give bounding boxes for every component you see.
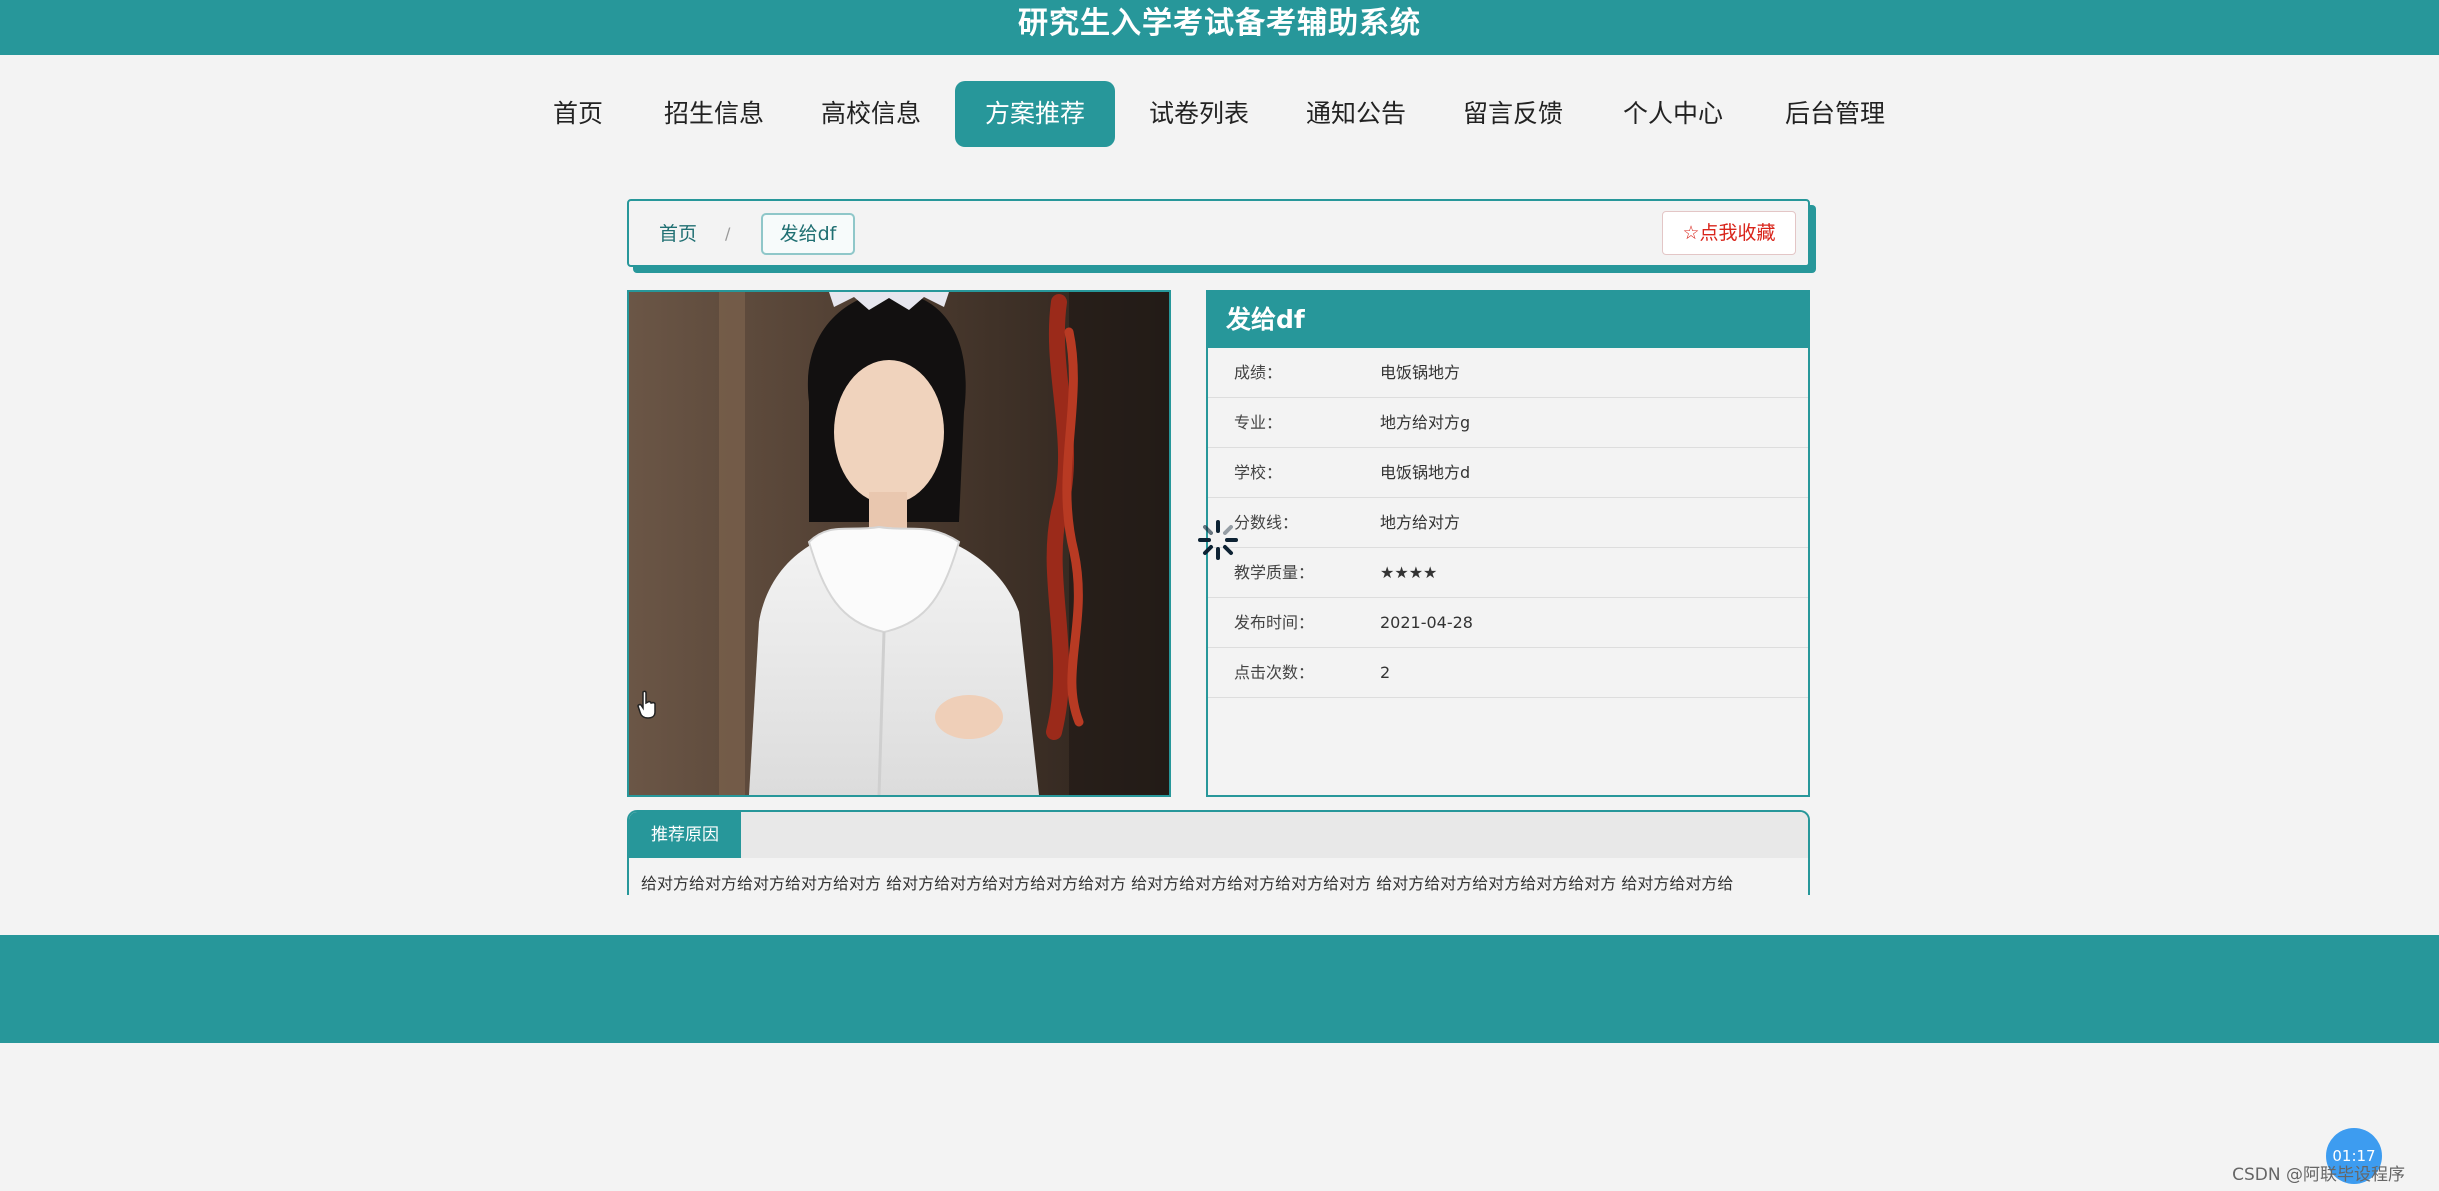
nav-item-admin[interactable]: 后台管理 [1772, 81, 1898, 147]
detail-row-school: 学校： 电饭锅地方d [1208, 448, 1808, 498]
breadcrumb-separator: / [725, 224, 731, 243]
detail-panel: 发给df 成绩： 电饭锅地方 专业： 地方给对方g 学校： 电饭锅地方d 分数线… [1206, 290, 1810, 797]
detail-row-publish-time: 发布时间： 2021-04-28 [1208, 598, 1808, 648]
main-nav: 首页 招生信息 高校信息 方案推荐 试卷列表 通知公告 留言反馈 个人中心 后台… [0, 81, 2439, 147]
reason-section: 推荐原因 给对方给对方给对方给对方给对方 给对方给对方给对方给对方给对方 给对方… [627, 810, 1810, 895]
site-title: 研究生入学考试备考辅助系统 [1018, 6, 1421, 41]
hand-cursor-icon [636, 690, 658, 724]
nav-item-papers[interactable]: 试卷列表 [1136, 81, 1262, 147]
favorite-button[interactable]: ☆点我收藏 [1662, 211, 1796, 255]
breadcrumb: 首页 / 发给df ☆点我收藏 [627, 199, 1810, 267]
detail-row-score: 成绩： 电饭锅地方 [1208, 348, 1808, 398]
nav-item-universities[interactable]: 高校信息 [808, 81, 934, 147]
detail-label: 发布时间： [1234, 613, 1315, 632]
nav-item-feedback[interactable]: 留言反馈 [1450, 81, 1576, 147]
reason-text: 给对方给对方给对方给对方给对方 给对方给对方给对方给对方给对方 给对方给对方给对… [641, 874, 1734, 893]
detail-title: 发给df [1208, 292, 1808, 348]
detail-value: 电饭锅地方d [1380, 463, 1471, 482]
detail-value: 地方给对方 [1380, 513, 1461, 532]
recommendation-photo [627, 290, 1171, 797]
watermark-text: CSDN @阿联毕设程序 [2232, 1165, 2405, 1185]
detail-value: 地方给对方g [1380, 413, 1471, 432]
detail-row-clicks: 点击次数： 2 [1208, 648, 1808, 698]
detail-row-major: 专业： 地方给对方g [1208, 398, 1808, 448]
site-header: 研究生入学考试备考辅助系统 [0, 0, 2439, 55]
nav-item-profile[interactable]: 个人中心 [1610, 81, 1736, 147]
tab-reason[interactable]: 推荐原因 [629, 812, 741, 858]
nav-item-recommendations[interactable]: 方案推荐 [955, 81, 1115, 147]
detail-value: 2021-04-28 [1380, 613, 1473, 632]
loading-spinner-icon [1196, 518, 1240, 566]
rating-stars: ★★★★ [1380, 563, 1438, 582]
detail-label: 教学质量： [1234, 563, 1315, 582]
detail-row-cutoff: 分数线： 地方给对方 [1208, 498, 1808, 548]
portrait-image [629, 292, 1169, 795]
site-footer [0, 935, 2439, 1043]
detail-label: 分数线： [1234, 513, 1299, 532]
breadcrumb-current: 发给df [761, 213, 855, 255]
detail-value: 电饭锅地方 [1380, 363, 1461, 382]
detail-value: 2 [1380, 663, 1391, 682]
detail-label: 学校： [1234, 463, 1283, 482]
nav-item-admissions[interactable]: 招生信息 [651, 81, 777, 147]
reason-tab-bar: 推荐原因 [629, 812, 1808, 858]
detail-label: 点击次数： [1234, 663, 1315, 682]
breadcrumb-home-link[interactable]: 首页 [659, 201, 697, 267]
detail-row-teaching-quality: 教学质量： ★★★★ [1208, 548, 1808, 598]
nav-item-notices[interactable]: 通知公告 [1293, 81, 1419, 147]
detail-label: 成绩： [1234, 363, 1283, 382]
detail-label: 专业： [1234, 413, 1283, 432]
nav-item-home[interactable]: 首页 [530, 81, 626, 147]
